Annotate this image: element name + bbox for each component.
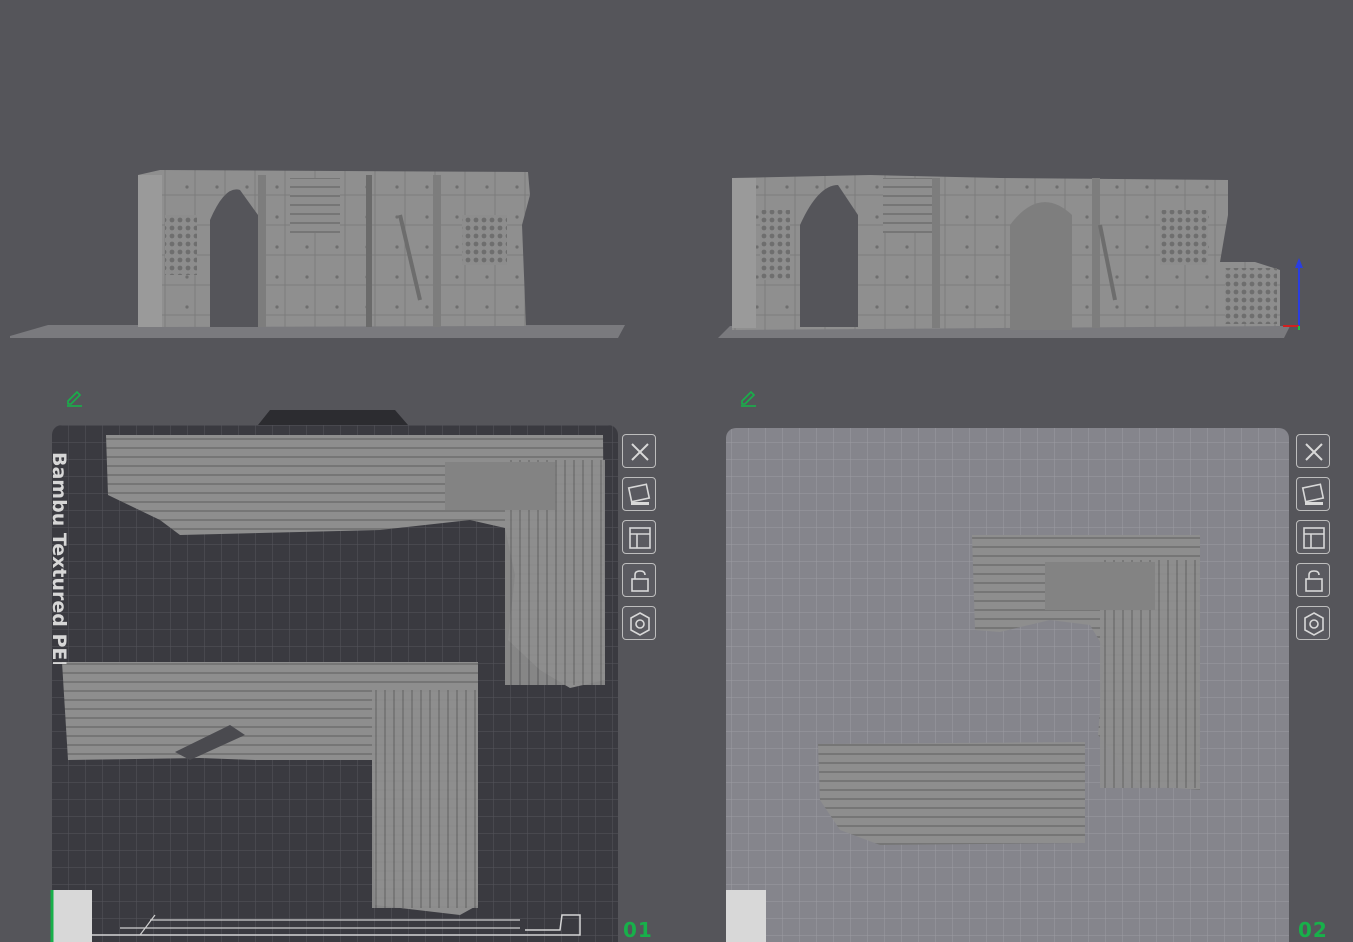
edit-plate-name-icon[interactable] xyxy=(738,387,758,407)
arrange-plate-button[interactable] xyxy=(622,477,656,511)
close-icon xyxy=(631,443,649,461)
model-wall-plate1-preview[interactable] xyxy=(10,170,625,338)
orient-icon xyxy=(629,527,651,549)
plate-number: 02 xyxy=(1298,918,1328,942)
lock-plate-button[interactable] xyxy=(1296,563,1330,597)
close-icon xyxy=(1305,443,1323,461)
model-wall-plate2-preview[interactable] xyxy=(718,175,1303,338)
orient-plate-button[interactable] xyxy=(1296,520,1330,554)
arrange-plate-button[interactable] xyxy=(1296,477,1330,511)
gear-icon xyxy=(630,612,650,636)
plate-2-bed[interactable] xyxy=(726,428,1289,942)
gear-icon xyxy=(1304,612,1324,636)
edit-plate-name-icon[interactable] xyxy=(64,387,84,407)
lock-plate-button[interactable] xyxy=(622,563,656,597)
lock-icon xyxy=(631,570,649,592)
close-plate-button[interactable] xyxy=(622,434,656,468)
3d-viewport[interactable] xyxy=(0,0,1353,942)
arrange-icon xyxy=(627,483,651,505)
bed-type-label: Bambu Textured PEI Plate xyxy=(48,452,70,664)
orient-plate-button[interactable] xyxy=(622,520,656,554)
close-plate-button[interactable] xyxy=(1296,434,1330,468)
orient-icon xyxy=(1303,527,1325,549)
plate-1-bed[interactable] xyxy=(50,410,618,942)
plate-settings-button[interactable] xyxy=(622,606,656,640)
arrange-icon xyxy=(1301,483,1325,505)
lock-icon xyxy=(1305,570,1323,592)
plate-number: 01 xyxy=(623,918,653,942)
plate-settings-button[interactable] xyxy=(1296,606,1330,640)
